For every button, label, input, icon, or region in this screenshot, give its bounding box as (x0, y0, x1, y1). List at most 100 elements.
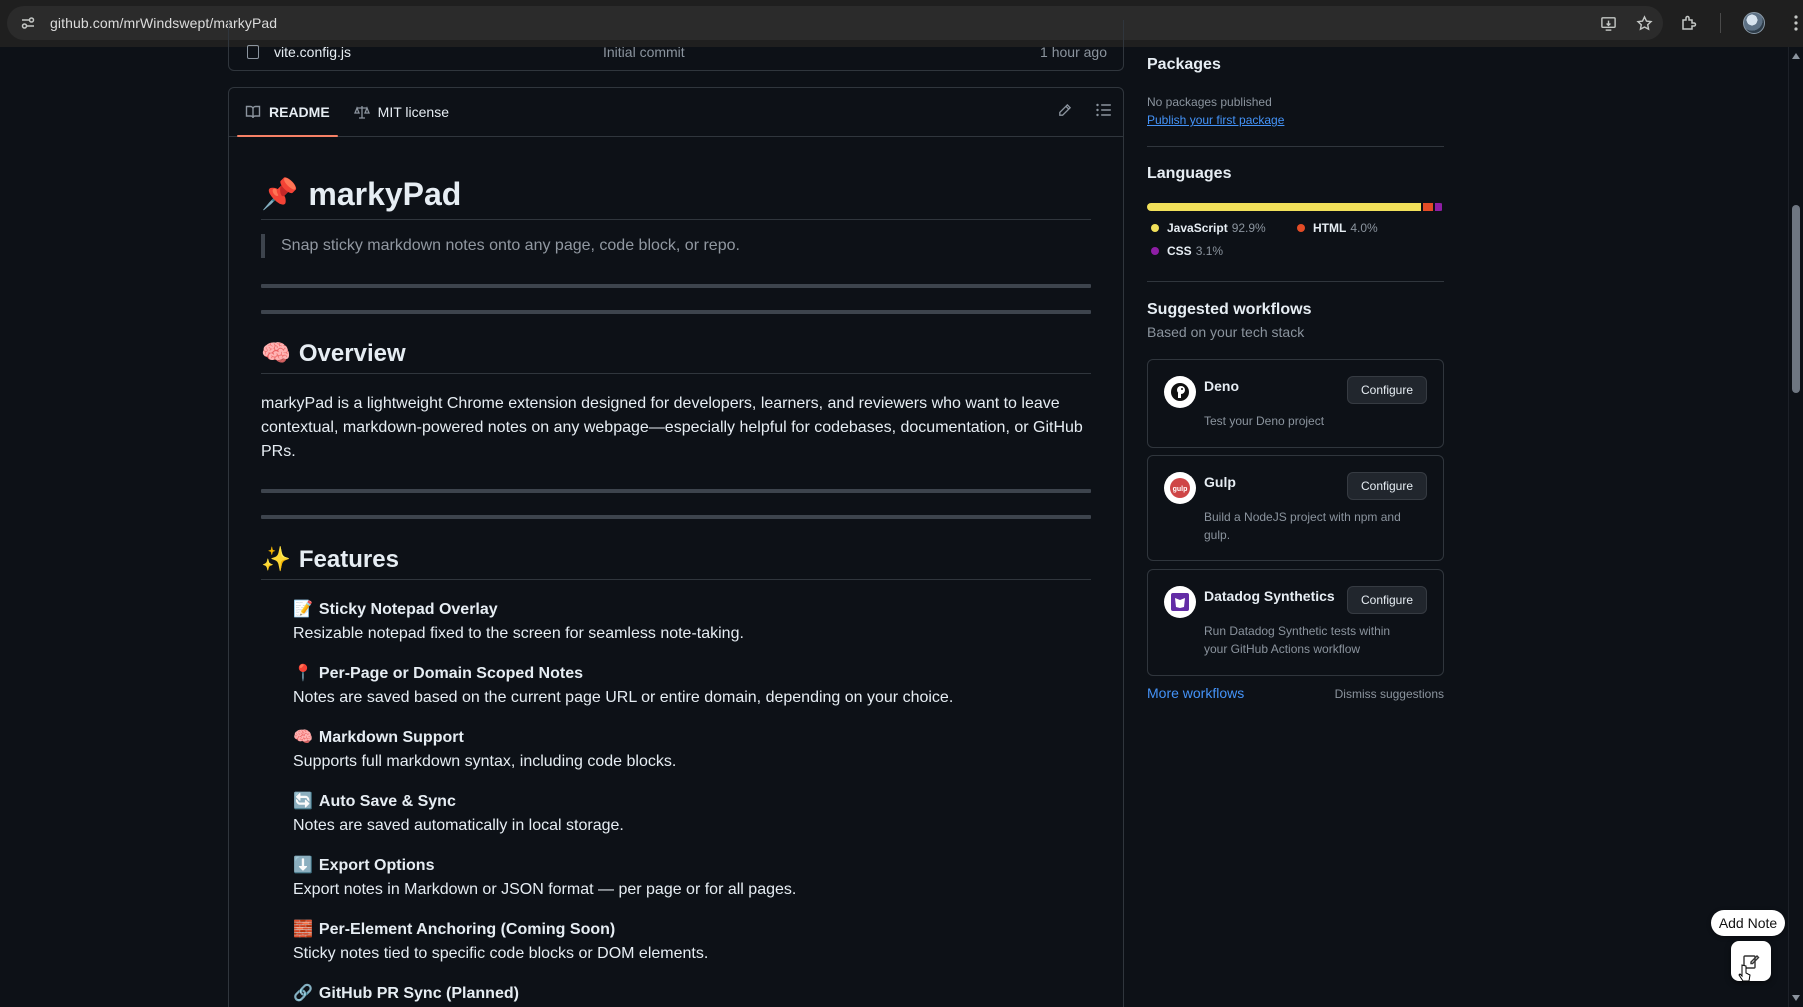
languages-heading: Languages (1147, 165, 1232, 182)
workflow-card-gulp: gulp Gulp Build a NodeJS project with np… (1147, 455, 1444, 561)
overview-heading-text: Overview (298, 339, 406, 367)
divider (261, 284, 1091, 288)
feature-item: 🧠 Markdown Support Supports full markdown… (293, 726, 1093, 774)
feature-title: Markdown Support (318, 729, 464, 746)
book-icon (245, 105, 261, 118)
tab-readme-label: README (269, 103, 330, 120)
language-percent: 92.9% (1231, 221, 1266, 235)
commit-message[interactable]: Initial commit (603, 44, 685, 60)
workflows-subheading: Based on your tech stack (1147, 324, 1305, 340)
javascript-segment[interactable] (1147, 203, 1421, 211)
overview-heading: 🧠 Overview (261, 334, 1091, 374)
feature-desc: Resizable notepad fixed to the screen fo… (293, 625, 744, 642)
packages-heading[interactable]: Packages (1147, 56, 1221, 74)
scroll-up-arrow-icon[interactable] (1792, 53, 1800, 59)
language-name: JavaScript (1167, 221, 1228, 235)
readme-title: 📌 markyPad (261, 170, 1091, 220)
feature-desc: Notes are saved automatically in local s… (293, 817, 624, 834)
language-percent: 3.1% (1195, 244, 1224, 258)
languages-bar (1147, 203, 1444, 211)
workflow-name: Deno (1204, 378, 1239, 394)
mouse-cursor-icon (1738, 964, 1751, 982)
menu-kebab-icon[interactable] (1787, 14, 1803, 32)
css-segment[interactable] (1434, 203, 1442, 211)
html-segment[interactable] (1422, 203, 1433, 211)
configure-button[interactable]: Configure (1347, 472, 1427, 500)
datadog-logo-icon (1164, 586, 1196, 618)
file-row[interactable]: vite.config.js Initial commit 1 hour ago (229, 40, 1123, 64)
memo-emoji: 📝 (293, 601, 313, 618)
workflow-name: Datadog Synthetics (1204, 588, 1335, 604)
profile-avatar[interactable] (1743, 12, 1765, 34)
workflow-desc: Build a NodeJS project with npm and gulp… (1204, 510, 1401, 542)
law-icon (353, 105, 370, 119)
scroll-thumb[interactable] (1792, 205, 1800, 393)
feature-desc: Notes are saved based on the current pag… (293, 689, 954, 706)
brain-emoji: 🧠 (293, 729, 313, 746)
feature-title: Auto Save & Sync (318, 793, 456, 810)
down-arrow-emoji: ⬇️ (293, 857, 313, 874)
brick-emoji: 🧱 (293, 921, 313, 938)
feature-item: 🔗 GitHub PR Sync (Planned) (293, 982, 1093, 1006)
add-note-tooltip: Add Note (1711, 910, 1785, 936)
readme-panel: README MIT license 📌 markyPad Snap stick… (228, 87, 1124, 1007)
brain-emoji: 🧠 (261, 340, 291, 367)
feature-desc: Export notes in Markdown or JSON format … (293, 881, 797, 898)
extensions-icon[interactable] (1680, 14, 1698, 32)
more-workflows-link[interactable]: More workflows (1147, 685, 1244, 701)
tagline-quote: Snap sticky markdown notes onto any page… (261, 234, 740, 258)
deno-logo-icon (1164, 376, 1196, 408)
readme-header: README MIT license (229, 88, 1123, 137)
pin-emoji: 📍 (293, 665, 313, 682)
feature-desc: Supports full markdown syntax, including… (293, 753, 677, 770)
sparkles-emoji: ✨ (261, 546, 291, 573)
divider (261, 310, 1091, 314)
tab-readme[interactable]: README (237, 88, 338, 137)
sidebar-divider (1147, 281, 1444, 282)
sync-emoji: 🔄 (293, 793, 313, 810)
no-packages-text: No packages published (1147, 95, 1272, 109)
feature-title: Sticky Notepad Overlay (318, 601, 498, 618)
feature-title: Per-Element Anchoring (Coming Soon) (318, 921, 616, 938)
install-app-icon[interactable] (1599, 14, 1617, 32)
site-info-icon[interactable] (20, 15, 36, 31)
javascript-dot (1151, 224, 1159, 232)
features-heading-text: Features (298, 545, 399, 573)
language-javascript[interactable]: JavaScript 92.9% (1151, 221, 1266, 235)
file-list: vite.config.js Initial commit 1 hour ago (228, 20, 1124, 71)
workflow-desc: Test your Deno project (1204, 414, 1325, 428)
publish-package-link[interactable]: Publish your first package (1147, 113, 1284, 127)
workflow-card-deno: Deno Test your Deno project Configure (1147, 359, 1444, 448)
features-heading: ✨ Features (261, 540, 1091, 580)
css-dot (1151, 247, 1159, 255)
sidebar-divider (1147, 146, 1444, 147)
page-scrollbar[interactable] (1788, 47, 1803, 1007)
edit-pencil-icon[interactable] (1055, 101, 1073, 119)
scroll-down-arrow-icon[interactable] (1792, 995, 1800, 1001)
language-name: CSS (1167, 244, 1192, 258)
file-icon (247, 45, 259, 59)
dismiss-suggestions-button[interactable]: Dismiss suggestions (1335, 687, 1444, 701)
feature-item: 📍 Per-Page or Domain Scoped Notes Notes a… (293, 662, 1093, 710)
link-emoji: 🔗 (293, 985, 313, 1002)
overview-text: markyPad is a lightweight Chrome extensi… (261, 395, 1083, 460)
svg-text:gulp: gulp (1173, 486, 1188, 493)
feature-desc: Sticky notes tied to specific code block… (293, 945, 709, 962)
language-html[interactable]: HTML 4.0% (1297, 221, 1378, 235)
tab-license[interactable]: MIT license (346, 88, 457, 136)
file-name[interactable]: vite.config.js (274, 44, 351, 60)
workflows-heading: Suggested workflows (1147, 301, 1312, 318)
configure-button[interactable]: Configure (1347, 376, 1427, 404)
tab-license-label: MIT license (377, 103, 449, 120)
configure-button[interactable]: Configure (1347, 586, 1427, 614)
bookmark-star-icon[interactable] (1635, 14, 1653, 32)
language-css[interactable]: CSS 3.1% (1151, 244, 1223, 258)
feature-title: Per-Page or Domain Scoped Notes (318, 665, 583, 682)
gulp-logo-icon: gulp (1164, 472, 1196, 504)
divider (261, 515, 1091, 519)
feature-title: GitHub PR Sync (Planned) (318, 985, 519, 1002)
workflow-name: Gulp (1204, 474, 1236, 490)
feature-item: 📝 Sticky Notepad Overlay Resizable notepa… (293, 598, 1093, 646)
outline-list-icon[interactable] (1095, 101, 1113, 119)
feature-item: ⬇️ Export Options Export notes in Markdow… (293, 854, 1093, 902)
